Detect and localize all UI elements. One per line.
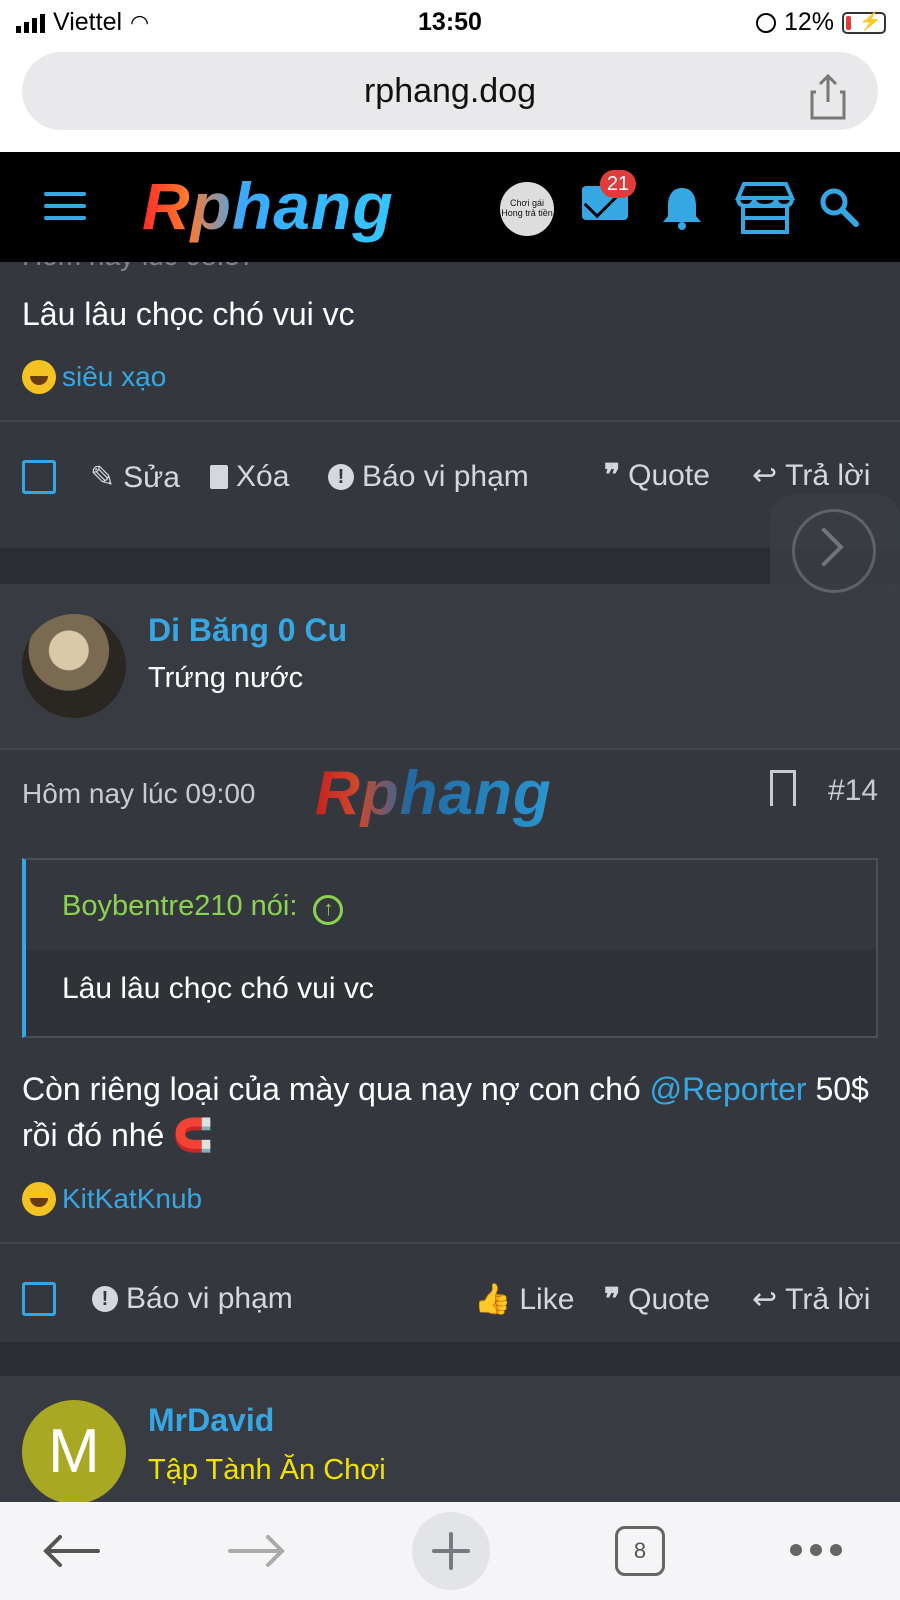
battery-icon: ⚡ [842,11,886,34]
post-previous: Hôm nay lúc 08:57 Lâu lâu chọc chó vui v… [0,262,900,548]
username[interactable]: MrDavid [148,1402,274,1439]
divider [0,420,900,422]
bell-icon[interactable] [660,184,704,230]
alert-icon: ! [92,1286,118,1312]
reaction-user[interactable]: siêu xạo [62,361,166,393]
user-block-mrdavid: M MrDavid Tập Tành Ăn Chơi [0,1376,900,1502]
post-actions: ✎ Sửa Xóa ! Báo vi phạm ❞ Quote ↩ Trả lời [0,450,900,508]
jump-up-icon: ↑ [313,895,344,925]
avatar-caption: Chơi gái Hong trả tiền [501,198,553,218]
reply-label: Trả lời [785,458,871,492]
trash-icon [210,465,228,489]
post-actions: ! Báo vi phạm 👍 Like ❞ Quote ↩ Trả lời [0,1272,900,1330]
quote-button[interactable]: ❞ Quote [604,1282,710,1317]
browser-bottom-bar: 8 [0,1502,900,1600]
edit-button[interactable]: ✎ Sửa [90,460,180,495]
post-gap [0,1342,900,1376]
select-checkbox[interactable] [22,460,56,494]
message-badge: 21 [600,170,636,198]
reply-label: Trả lời [785,1282,871,1316]
back-arrow-icon[interactable] [40,1534,102,1568]
post-gap [0,548,900,584]
reaction-row[interactable]: KitKatKnub [22,1182,202,1216]
quote-header[interactable]: Boybentre210 nói: ↑ [26,860,876,950]
quote-button[interactable]: ❞ Quote [604,458,710,493]
status-bar: Viettel ◠ 13:50 12% ⚡ [0,0,900,44]
user-block-di-bang: Di Băng 0 Cu Trứng nước [0,584,900,748]
quote-icon: ❞ [604,459,621,492]
emoji-icon: 🧲 [173,1117,214,1153]
battery-percent: 12% [783,8,834,36]
avatar[interactable]: M [22,1400,126,1502]
search-icon[interactable] [818,186,860,228]
delete-label: Xóa [236,460,290,493]
post-number[interactable]: #14 [828,774,878,808]
report-label: Báo vi phạm [126,1282,293,1315]
reaction-user[interactable]: KitKatKnub [62,1183,202,1215]
quote-body: Lâu lâu chọc chó vui vc [26,950,876,1036]
edit-label: Sửa [123,460,180,494]
pencil-icon: ✎ [90,461,116,494]
alert-icon: ! [328,464,354,490]
store-icon[interactable] [734,180,796,236]
avatar[interactable] [22,614,126,718]
post-text-1: Còn riêng loại của mày qua nay nợ con ch… [22,1071,641,1107]
more-menu-icon[interactable] [790,1544,842,1556]
bookmark-icon[interactable] [770,770,796,806]
haha-reaction-icon [22,360,56,394]
reply-icon: ↩ [752,459,778,492]
menu-icon[interactable] [44,192,86,220]
thumbs-up-icon: 👍 [474,1283,512,1316]
divider [0,748,900,750]
user-title: Tập Tành Ăn Chơi [148,1454,386,1486]
quote-label: Quote [628,458,710,492]
forward-arrow-icon[interactable] [226,1534,288,1568]
username[interactable]: Di Băng 0 Cu [148,612,347,649]
divider [0,1242,900,1244]
rotation-lock-icon [755,12,776,33]
quote-icon: ❞ [604,1283,621,1316]
select-checkbox[interactable] [22,1282,56,1316]
report-label: Báo vi phạm [362,460,529,493]
report-button[interactable]: ! Báo vi phạm [92,1282,293,1316]
reaction-row[interactable]: siêu xạo [22,360,166,394]
mention-link[interactable]: @Reporter [650,1071,807,1107]
quote-label: Quote [628,1282,710,1316]
new-tab-button[interactable] [412,1512,490,1590]
post-14: Hôm nay lúc 09:00 Rphang #14 Boybentre21… [0,748,900,1360]
post-body: Còn riêng loại của mày qua nay nợ con ch… [22,1066,882,1158]
url-text: rphang.dog [363,72,537,110]
post-time: Hôm nay lúc 08:57 [22,262,255,272]
reply-button[interactable]: ↩ Trả lời [752,458,870,493]
quote-author: Boybentre210 nói: [62,890,298,922]
user-title: Trứng nước [148,662,304,694]
address-bar[interactable]: rphang.dog [22,52,878,130]
like-label: Like [519,1282,575,1316]
quote-block: Boybentre210 nói: ↑ Lâu lâu chọc chó vui… [22,858,878,1038]
site-logo[interactable]: Rphang [142,168,394,244]
share-icon[interactable] [808,72,848,122]
reply-icon: ↩ [752,1283,778,1316]
haha-reaction-icon [22,1182,56,1216]
post-time[interactable]: Hôm nay lúc 09:00 [22,778,255,810]
delete-button[interactable]: Xóa [210,460,289,494]
report-button[interactable]: ! Báo vi phạm [328,460,529,494]
like-button[interactable]: 👍 Like [474,1282,574,1317]
tabs-button[interactable]: 8 [615,1526,665,1576]
header-avatar[interactable]: Chơi gái Hong trả tiền [500,182,554,236]
post-body: Lâu lâu chọc chó vui vc [22,296,355,332]
watermark-logo: Rphang [315,759,552,828]
reply-button[interactable]: ↩ Trả lời [752,1282,870,1317]
thread-content: Hôm nay lúc 08:57 Lâu lâu chọc chó vui v… [0,262,900,1502]
browser-toolbar: rphang.dog [0,44,900,152]
next-arrow-button[interactable] [770,495,900,605]
